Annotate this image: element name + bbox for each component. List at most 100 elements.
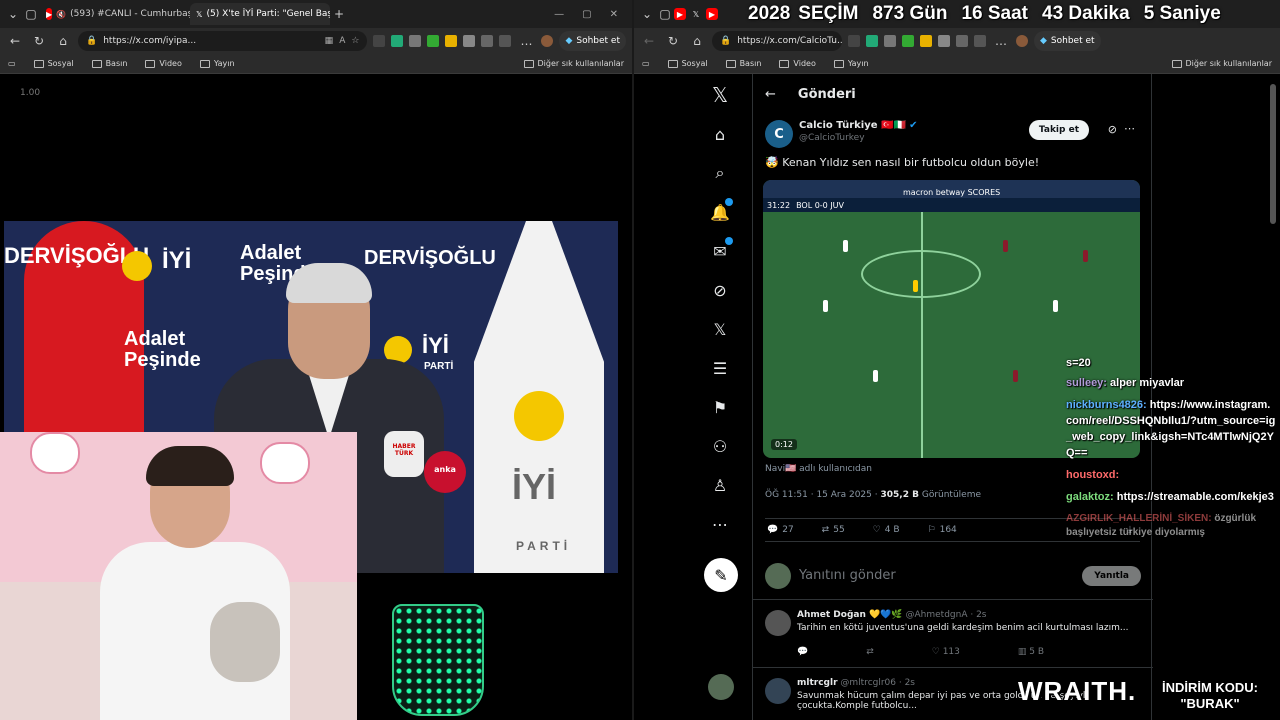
reply-composer[interactable]: Yanıtını gönder Yanıtla xyxy=(753,552,1153,600)
account-avatar[interactable] xyxy=(708,674,734,700)
comment-avatar[interactable] xyxy=(765,678,791,704)
new-tab-button[interactable]: + xyxy=(330,5,348,23)
more-icon[interactable]: … xyxy=(992,32,1010,50)
more-icon[interactable]: ⋯ xyxy=(1124,122,1135,135)
workspaces-icon[interactable]: ▢ xyxy=(656,5,674,23)
split-screen-icon[interactable] xyxy=(956,35,968,47)
address-bar[interactable]: 🔒 https://x.com/CalcioTu... xyxy=(712,31,842,51)
repost-icon[interactable]: ⇄ xyxy=(866,647,874,657)
x-icon[interactable]: 𝕏 xyxy=(690,8,702,20)
extension-icon[interactable] xyxy=(884,35,896,47)
mute-icon[interactable]: 🔇 xyxy=(56,8,66,20)
extension-icon[interactable] xyxy=(902,35,914,47)
favorites-icon[interactable] xyxy=(499,35,512,47)
profile-avatar[interactable] xyxy=(1016,35,1028,47)
extension-icon[interactable] xyxy=(445,35,458,47)
extension-icon[interactable] xyxy=(866,35,878,47)
extension-icon[interactable] xyxy=(391,35,404,47)
reply-input[interactable]: Yanıtını gönder xyxy=(799,568,896,583)
extension-icon[interactable] xyxy=(463,35,476,47)
profile-avatar[interactable] xyxy=(541,35,554,47)
collections-icon[interactable]: ▭ xyxy=(642,59,650,68)
like-button[interactable]: ♡ 113 xyxy=(932,647,960,657)
compose-post-button[interactable]: ✎ xyxy=(704,558,738,592)
messages-icon[interactable]: ✉ xyxy=(709,237,733,262)
x-sidebar: 𝕏 ⌂ ⌕ 🔔 ✉ ⊘ 𝕏 ☰ ⚑ ⚇ ♙ ⋯ ✎ xyxy=(634,74,752,720)
reply-submit-button[interactable]: Yanıtla xyxy=(1082,565,1141,586)
bookmark-folder-basin[interactable]: Basın xyxy=(91,59,127,68)
bookmark-folder-video[interactable]: Video xyxy=(145,59,182,68)
more-icon[interactable]: … xyxy=(517,32,535,50)
bookmark-folder-sosyal[interactable]: Sosyal xyxy=(33,59,74,68)
minimize-button[interactable]: — xyxy=(554,9,564,20)
grok-icon[interactable]: ⊘ xyxy=(709,279,731,301)
bookmark-folder-yayin[interactable]: Yayın xyxy=(199,59,235,68)
bookmark-folder-other[interactable]: Diğer sık kullanılanlar xyxy=(1171,59,1272,68)
copilot-button[interactable]: ◆ Sohbet et xyxy=(1034,31,1101,51)
bookmark-folder-video[interactable]: Video xyxy=(779,59,816,68)
back-arrow-icon[interactable]: ← xyxy=(765,87,776,102)
like-button[interactable]: ♡ 4 B xyxy=(873,525,900,535)
author-name[interactable]: Calcio Türkiye 🇹🇷🇮🇹 xyxy=(799,120,906,131)
favorite-icon[interactable]: ☆ xyxy=(351,36,359,46)
collections-icon[interactable]: ▭ xyxy=(8,59,16,68)
tab-youtube[interactable]: ▶ 🔇 (593) #CANLI - Cumhurbaşka ✕ xyxy=(40,3,190,25)
views-button[interactable]: ▥ 5 B xyxy=(1018,647,1044,657)
communities-icon[interactable]: ⚇ xyxy=(709,435,731,457)
extension-icon[interactable] xyxy=(409,35,422,47)
home-icon[interactable]: ⌂ xyxy=(688,32,706,50)
comment-avatar[interactable] xyxy=(765,610,791,636)
split-screen-icon[interactable] xyxy=(481,35,494,47)
copilot-button[interactable]: ◆ Sohbet et xyxy=(559,31,626,51)
reply-icon[interactable]: 💬 xyxy=(797,647,808,657)
extension-icon[interactable] xyxy=(373,35,386,47)
grok-icon[interactable]: ⊘ xyxy=(1108,123,1117,136)
author-avatar[interactable]: C xyxy=(765,120,793,148)
home-icon[interactable]: ⌂ xyxy=(709,123,731,145)
favorites-icon[interactable] xyxy=(974,35,986,47)
comment-author[interactable]: Ahmet Doğan 💛💙🌿 xyxy=(797,610,903,620)
post-timestamp[interactable]: ÖĞ 11:51 · 15 Ara 2025 · xyxy=(765,490,878,500)
reply-button[interactable]: 💬 27 xyxy=(767,525,794,535)
refresh-icon[interactable]: ↻ xyxy=(30,32,48,50)
author-handle[interactable]: @CalcioTurkey xyxy=(799,133,917,143)
extension-icon[interactable] xyxy=(920,35,932,47)
bookmark-folder-basin[interactable]: Basın xyxy=(725,59,761,68)
extension-icon[interactable] xyxy=(427,35,440,47)
refresh-icon[interactable]: ↻ xyxy=(664,32,682,50)
notifications-icon[interactable]: 🔔 xyxy=(709,198,733,223)
lists-icon[interactable]: ☰ xyxy=(709,357,731,379)
back-icon[interactable]: ← xyxy=(6,32,24,50)
video-duration: 0:12 xyxy=(771,439,797,450)
tab-actions-button[interactable]: ⌄ xyxy=(4,5,22,23)
search-icon[interactable]: ⌕ xyxy=(709,162,731,184)
youtube-icon[interactable]: ▶ xyxy=(706,8,718,20)
close-window-button[interactable]: ✕ xyxy=(610,9,618,20)
bookmark-folder-other[interactable]: Diğer sık kullanılanlar xyxy=(523,59,624,68)
home-icon[interactable]: ⌂ xyxy=(54,32,72,50)
translate-icon[interactable]: A xyxy=(339,36,345,46)
bookmark-folder-sosyal[interactable]: Sosyal xyxy=(667,59,708,68)
premium-x-icon[interactable]: 𝕏 xyxy=(709,318,731,340)
bookmark-folder-yayin[interactable]: Yayın xyxy=(833,59,869,68)
x-logo-icon[interactable]: 𝕏 xyxy=(709,83,731,107)
follow-button[interactable]: Takip et xyxy=(1028,120,1089,140)
address-bar[interactable]: 🔒 https://x.com/iyipa... ▦ A ☆ xyxy=(78,31,368,51)
scrollbar[interactable] xyxy=(1270,84,1276,224)
maximize-button[interactable]: ▢ xyxy=(582,9,591,20)
repost-button[interactable]: ⇄ 55 xyxy=(822,525,845,535)
extension-icon[interactable] xyxy=(848,35,860,47)
tab-x[interactable]: 𝕏 (5) X'te İYİ Parti: "Genel Başkan ✕ xyxy=(190,3,330,25)
comment-item[interactable]: Ahmet Doğan 💛💙🌿 @AhmetdgnA · 2s Tarihin … xyxy=(753,610,1153,668)
back-icon[interactable]: ← xyxy=(640,32,658,50)
bookmarks-icon[interactable]: ⚑ xyxy=(709,396,731,418)
more-options-icon[interactable]: ⋯ xyxy=(709,513,731,535)
profile-icon[interactable]: ♙ xyxy=(709,474,731,496)
reader-icon[interactable]: ▦ xyxy=(325,36,334,46)
workspaces-icon[interactable]: ▢ xyxy=(22,5,40,23)
youtube-icon[interactable]: ▶ xyxy=(674,8,686,20)
bookmark-button[interactable]: ⚐ 164 xyxy=(928,525,957,535)
extension-icon[interactable] xyxy=(938,35,950,47)
tab-actions-button[interactable]: ⌄ xyxy=(638,5,656,23)
comment-author[interactable]: mltrcglr xyxy=(797,678,838,688)
